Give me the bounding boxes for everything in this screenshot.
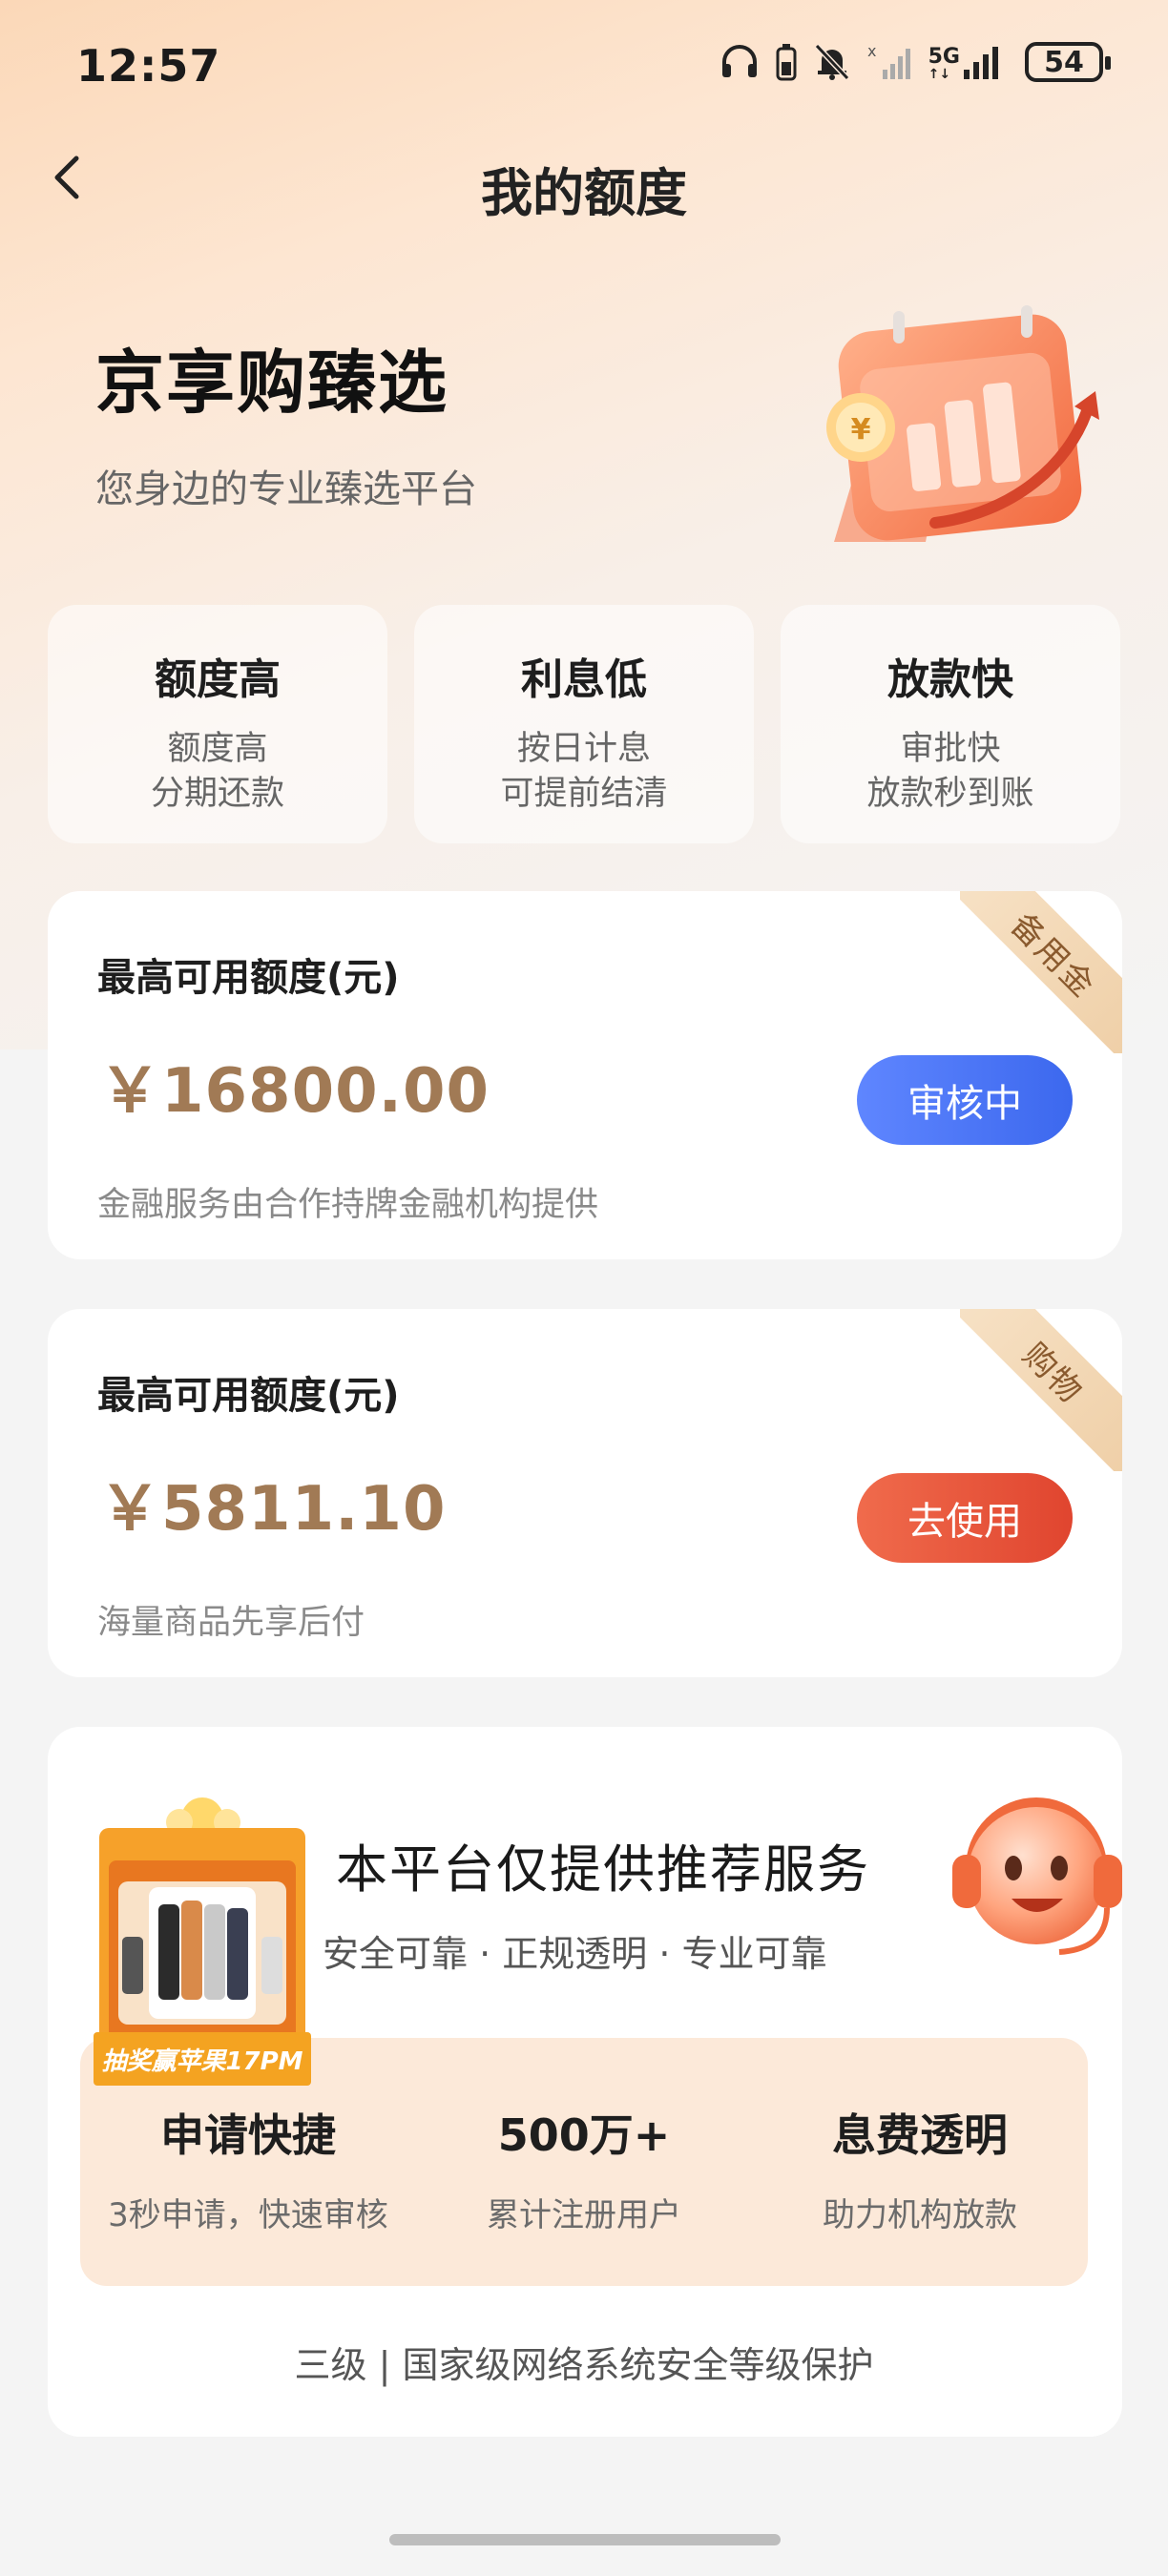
ribbon-label: 购物 bbox=[960, 1309, 1122, 1471]
security-level-note: 三级 | 国家级网络系统安全等级保护 bbox=[294, 2344, 874, 2386]
feature-title: 额度高 bbox=[155, 655, 281, 704]
stat-label: 助力机构放款 bbox=[823, 2196, 1017, 2234]
signal-5g-icon: 5G ↑↓ bbox=[928, 43, 1008, 81]
feature-line2: 放款秒到账 bbox=[866, 775, 1034, 813]
status-icons: x 5G ↑↓ 54 bbox=[720, 42, 1111, 82]
credit-limit-amount: ￥5811.10 bbox=[99, 1474, 447, 1545]
credit-description: 海量商品先享后付 bbox=[97, 1604, 365, 1642]
battery-small-icon bbox=[776, 44, 797, 81]
signal-off-icon: x bbox=[867, 43, 910, 79]
stat-value: 500万+ bbox=[497, 2109, 671, 2161]
battery-icon: 54 bbox=[1025, 42, 1111, 82]
page-title: 我的额度 bbox=[481, 163, 687, 223]
corner-ribbon: 购物 bbox=[960, 1309, 1122, 1471]
feature-card-high-limit: 额度高 额度高 分期还款 bbox=[48, 605, 387, 843]
lottery-banner[interactable]: 抽奖赢苹果17PM bbox=[94, 2032, 311, 2086]
feature-line2: 可提前结清 bbox=[500, 775, 668, 813]
stat-label: 3秒申请，快速审核 bbox=[108, 2196, 388, 2234]
corner-ribbon: 备用金 bbox=[960, 891, 1122, 1053]
credit-limit-amount: ￥16800.00 bbox=[99, 1056, 490, 1127]
feature-title: 利息低 bbox=[521, 655, 647, 704]
under-review-button[interactable]: 审核中 bbox=[857, 1055, 1073, 1145]
headset-mascot-icon bbox=[952, 1797, 1122, 1955]
ribbon-label: 备用金 bbox=[960, 891, 1122, 1053]
feature-line1: 按日计息 bbox=[516, 730, 651, 768]
feature-title: 放款快 bbox=[887, 655, 1013, 704]
use-now-button[interactable]: 去使用 bbox=[857, 1473, 1073, 1563]
feature-card-low-interest: 利息低 按日计息 可提前结清 bbox=[414, 605, 754, 843]
svg-text:x: x bbox=[867, 43, 876, 60]
platform-subtitle: 安全可靠 · 正规透明 · 专业可靠 bbox=[323, 1933, 827, 1975]
mute-bell-icon bbox=[814, 43, 849, 81]
feature-line1: 额度高 bbox=[167, 730, 268, 768]
battery-level: 54 bbox=[1044, 45, 1084, 79]
credit-card-reserve: 最高可用额度(元) ￥16800.00 金融服务由合作持牌金融机构提供 审核中 … bbox=[48, 891, 1122, 1259]
stat-label: 累计注册用户 bbox=[487, 2196, 681, 2234]
feature-line1: 审批快 bbox=[900, 730, 1001, 768]
brand-title: 京享购臻选 bbox=[95, 343, 449, 423]
platform-title: 本平台仅提供推荐服务 bbox=[336, 1839, 870, 1900]
svg-text:¥: ¥ bbox=[851, 413, 871, 447]
feature-card-fast-loan: 放款快 审批快 放款秒到账 bbox=[781, 605, 1120, 843]
network-type: 5G bbox=[928, 45, 960, 69]
headphones-icon bbox=[721, 45, 757, 77]
status-time: 12:57 bbox=[76, 40, 221, 92]
credit-limit-label: 最高可用额度(元) bbox=[97, 1374, 400, 1418]
stat-value: 申请快捷 bbox=[160, 2109, 336, 2161]
home-indicator[interactable] bbox=[389, 2534, 781, 2545]
feature-line2: 分期还款 bbox=[150, 775, 284, 813]
stat-value: 息费透明 bbox=[832, 2109, 1008, 2161]
credit-description: 金融服务由合作持牌金融机构提供 bbox=[97, 1186, 599, 1224]
brand-subtitle: 您身边的专业臻选平台 bbox=[95, 467, 477, 511]
calendar-chart-icon: ¥ bbox=[826, 305, 1099, 542]
credit-limit-label: 最高可用额度(元) bbox=[97, 956, 400, 1000]
credit-card-shopping: 最高可用额度(元) ￥5811.10 海量商品先享后付 去使用 购物 bbox=[48, 1309, 1122, 1677]
stat-fast-apply: 申请快捷 3秒申请，快速审核 bbox=[86, 2101, 410, 2235]
stat-transparent-fees: 息费透明 助力机构放款 bbox=[758, 2101, 1082, 2235]
stat-registered-users: 500万+ 累计注册用户 bbox=[422, 2101, 746, 2235]
